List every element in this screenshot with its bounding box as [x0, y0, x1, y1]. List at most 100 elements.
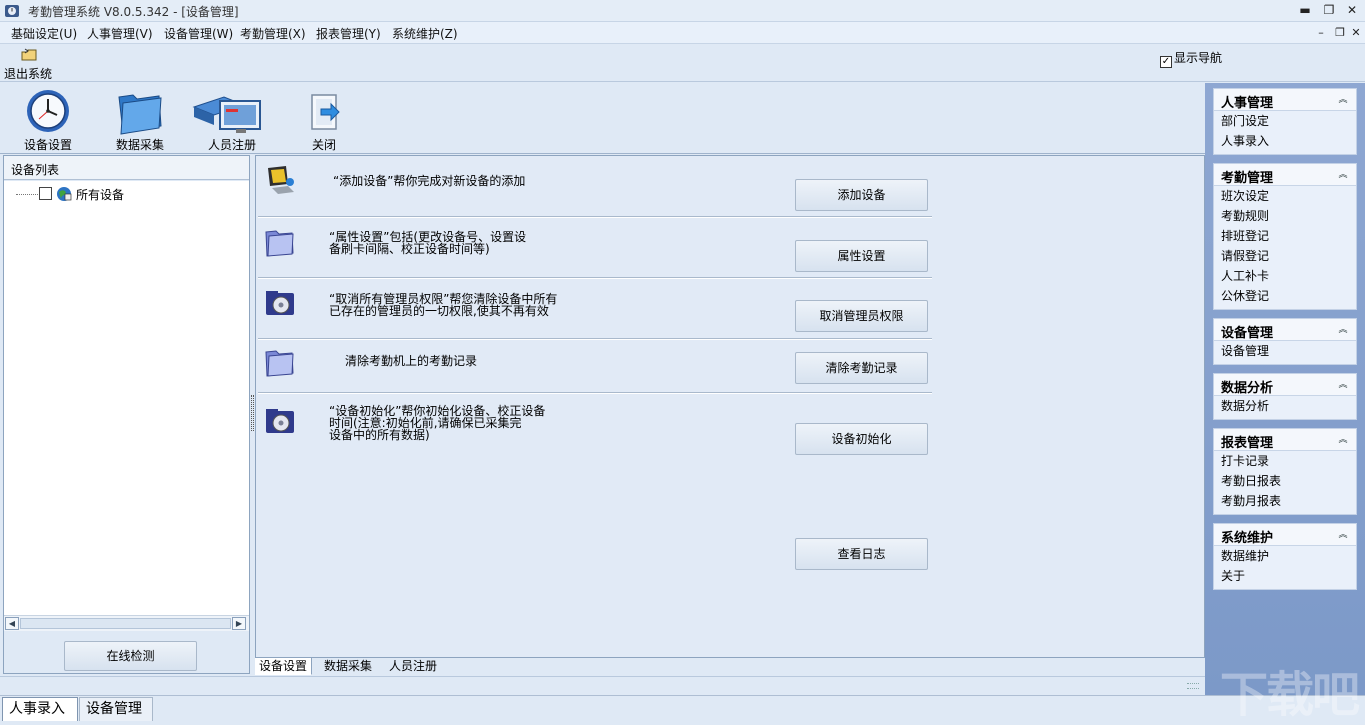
device-init-button[interactable]: 设备初始化 [795, 423, 928, 455]
menu-personnel[interactable]: 人事管理(V) [87, 25, 153, 42]
nav-group-title: 人事管理 [1221, 96, 1274, 111]
all-devices-checkbox[interactable] [39, 187, 52, 200]
disk-icon [266, 291, 294, 315]
row-divider [258, 338, 932, 340]
device-settings-tool[interactable]: 设备设置 [8, 85, 88, 153]
folder-icon [265, 230, 294, 257]
nav-group-header[interactable]: 设备管理 ︽ [1214, 319, 1356, 341]
device-list-panel: 设备列表 所有设备 ◀ ▶ 在线检测 [3, 155, 250, 674]
close-door-icon [311, 94, 340, 130]
mdi-restore-button[interactable]: ❐ [1333, 26, 1347, 40]
nav-item-shift-settings[interactable]: 班次设定 [1214, 186, 1356, 206]
splitter-grip[interactable] [251, 395, 254, 431]
nav-item-data-maintenance[interactable]: 数据维护 [1214, 546, 1356, 566]
close-button[interactable]: ✕ [1344, 3, 1360, 18]
restore-button[interactable]: ❐ [1321, 3, 1337, 18]
nav-group-devices: 设备管理 ︽ 设备管理 [1213, 318, 1357, 365]
resize-grip[interactable] [1187, 683, 1199, 689]
window-tab-device-management[interactable]: 设备管理 [79, 697, 153, 721]
menu-reports[interactable]: 报表管理(Y) [316, 25, 381, 42]
view-log-button[interactable]: 查看日志 [795, 538, 928, 570]
device-list-title: 设备列表 [11, 163, 60, 177]
collapse-icon[interactable]: ︽ [1336, 378, 1350, 392]
nav-group-system: 系统维护 ︽ 数据维护 关于 [1213, 523, 1357, 590]
nav-group-header[interactable]: 数据分析 ︽ [1214, 374, 1356, 396]
menu-system[interactable]: 系统维护(Z) [392, 25, 458, 42]
status-strip [0, 676, 1205, 694]
disk-icon [266, 409, 294, 433]
user-register-tool[interactable]: 人员注册 [192, 85, 272, 153]
add-device-button[interactable]: 添加设备 [795, 179, 928, 211]
nav-item-leave-registration[interactable]: 请假登记 [1214, 246, 1356, 266]
menu-basic-settings[interactable]: 基础设定(U) [11, 25, 77, 42]
data-collection-tool[interactable]: 数据采集 [100, 85, 180, 153]
mdi-minimize-button[interactable]: – [1314, 26, 1328, 40]
device-settings-label: 设备设置 [23, 138, 72, 152]
nav-group-header[interactable]: 报表管理 ︽ [1214, 429, 1356, 451]
tab-device-settings[interactable]: 设备设置 [255, 658, 313, 675]
online-check-button[interactable]: 在线检测 [64, 641, 197, 671]
nav-item-holiday-registration[interactable]: 公休登记 [1214, 286, 1356, 306]
show-nav-toggle[interactable]: ✓ 显示导航 [1160, 49, 1222, 68]
nav-item-device-management[interactable]: 设备管理 [1214, 341, 1356, 361]
nav-group-title: 设备管理 [1221, 326, 1274, 341]
nav-item-department-settings[interactable]: 部门设定 [1214, 111, 1356, 131]
nav-group-header[interactable]: 考勤管理 ︽ [1214, 164, 1356, 186]
window-tab-personnel-entry[interactable]: 人事录入 [2, 697, 78, 721]
exit-system-button[interactable]: 退出系统 [4, 48, 56, 81]
nav-group-personnel: 人事管理 ︽ 部门设定 人事录入 [1213, 88, 1357, 155]
nav-item-daily-report[interactable]: 考勤日报表 [1214, 471, 1356, 491]
nav-group-attendance: 考勤管理 ︽ 班次设定 考勤规则 排班登记 请假登记 人工补卡 公休登记 [1213, 163, 1357, 310]
device-init-description: “设备初始化”帮你初始化设备、校正设备 时间(注意:初始化前,请确保已采集完 设… [329, 404, 546, 442]
nav-item-monthly-report[interactable]: 考勤月报表 [1214, 491, 1356, 511]
collapse-icon[interactable]: ︽ [1336, 433, 1350, 447]
nav-group-title: 数据分析 [1221, 381, 1274, 396]
nav-group-reports: 报表管理 ︽ 打卡记录 考勤日报表 考勤月报表 [1213, 428, 1357, 515]
mdi-close-button[interactable]: ✕ [1349, 26, 1363, 40]
horizontal-scrollbar[interactable]: ◀ ▶ [4, 615, 249, 631]
add-device-description: “添加设备”帮你完成对新设备的添加 [333, 174, 526, 188]
globe-computer-icon [57, 187, 72, 201]
nav-group-header[interactable]: 人事管理 ︽ [1214, 89, 1356, 111]
tab-data-collection[interactable]: 数据采集 [320, 658, 376, 675]
clear-records-description: 清除考勤机上的考勤记录 [345, 354, 478, 368]
nav-item-manual-punch[interactable]: 人工补卡 [1214, 266, 1356, 286]
exit-icon [21, 48, 37, 61]
close-tool[interactable]: 关闭 [284, 85, 364, 153]
all-devices-node[interactable]: 所有设备 [76, 186, 124, 203]
minimize-button[interactable]: ▬ [1297, 3, 1313, 18]
show-nav-label: 显示导航 [1174, 51, 1223, 65]
clear-records-button[interactable]: 清除考勤记录 [795, 352, 928, 384]
quick-toolbar: 退出系统 ✓ 显示导航 [0, 45, 1365, 82]
show-nav-checkbox[interactable]: ✓ [1160, 56, 1172, 68]
nav-group-title: 考勤管理 [1221, 171, 1274, 186]
nav-item-data-analysis[interactable]: 数据分析 [1214, 396, 1356, 416]
nav-group-analysis: 数据分析 ︽ 数据分析 [1213, 373, 1357, 420]
collapse-icon[interactable]: ︽ [1336, 323, 1350, 337]
menu-devices[interactable]: 设备管理(W) [164, 25, 233, 42]
tree-connector [16, 194, 38, 195]
nav-item-schedule-registration[interactable]: 排班登记 [1214, 226, 1356, 246]
collapse-icon[interactable]: ︽ [1336, 528, 1350, 542]
menu-bar: 基础设定(U) 人事管理(V) 设备管理(W) 考勤管理(X) 报表管理(Y) … [0, 22, 1365, 44]
revoke-admin-button[interactable]: 取消管理员权限 [795, 300, 928, 332]
folder-icon [265, 350, 294, 377]
nav-item-about[interactable]: 关于 [1214, 566, 1356, 586]
scrollbar-thumb[interactable] [20, 618, 231, 629]
watermark-logo: 下载吧 [1220, 667, 1360, 723]
collapse-icon[interactable]: ︽ [1336, 93, 1350, 107]
nav-group-header[interactable]: 系统维护 ︽ [1214, 524, 1356, 546]
nav-item-attendance-rules[interactable]: 考勤规则 [1214, 206, 1356, 226]
menu-attendance[interactable]: 考勤管理(X) [240, 25, 306, 42]
nav-item-punch-records[interactable]: 打卡记录 [1214, 451, 1356, 471]
nav-item-personnel-entry[interactable]: 人事录入 [1214, 131, 1356, 151]
tab-user-register[interactable]: 人员注册 [385, 658, 441, 675]
scroll-left-icon[interactable]: ◀ [5, 617, 19, 630]
collapse-icon[interactable]: ︽ [1336, 168, 1350, 182]
user-register-icon [192, 96, 261, 133]
clock-icon [27, 90, 69, 132]
property-settings-button[interactable]: 属性设置 [795, 240, 928, 272]
row-divider [258, 277, 932, 279]
main-toolbar: 设备设置 数据采集 人员注册 关闭 [0, 83, 1205, 154]
scroll-right-icon[interactable]: ▶ [232, 617, 246, 630]
